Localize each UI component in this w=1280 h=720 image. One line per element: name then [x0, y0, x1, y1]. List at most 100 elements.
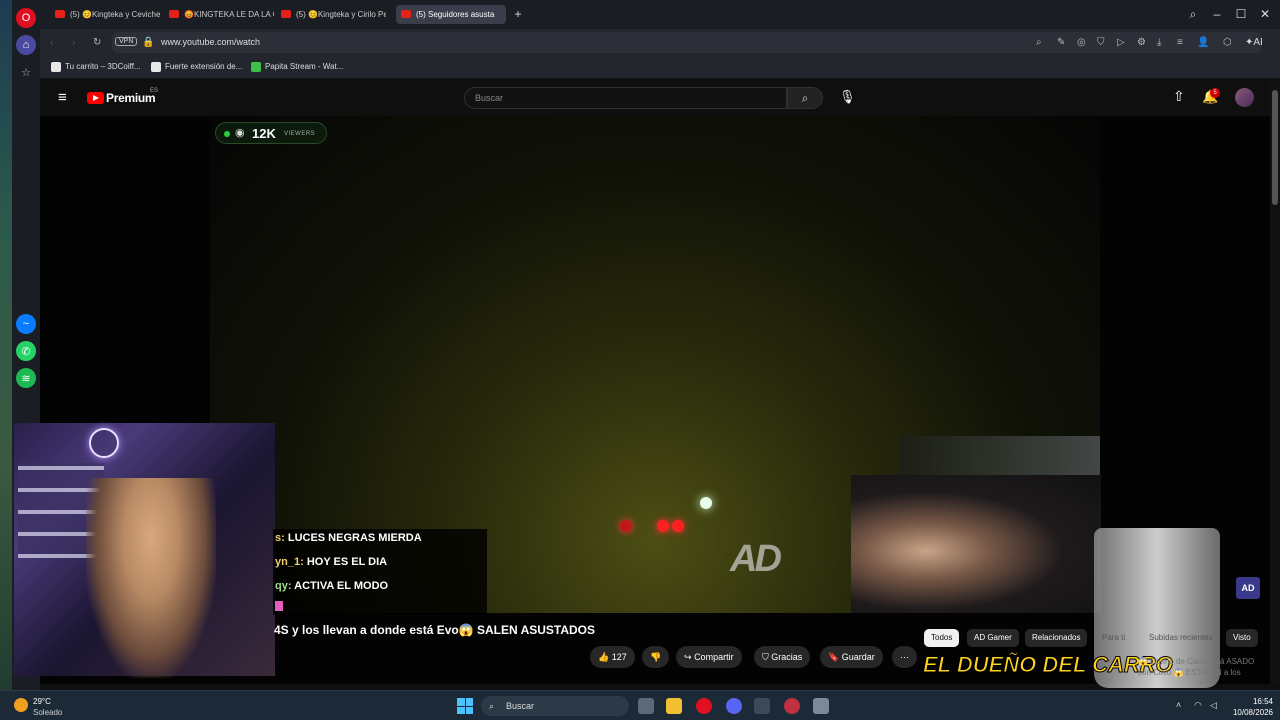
task-view-icon[interactable]	[638, 698, 654, 714]
clock-time[interactable]: 16:54	[1225, 697, 1273, 706]
extensions-icon[interactable]: ⬡	[1223, 37, 1232, 48]
search-button[interactable]: ⌕	[787, 87, 823, 109]
volume-icon[interactable]: ◁	[1210, 700, 1217, 711]
tab-3[interactable]: (5) 😊Kingteka y Cirilo Pe	[276, 5, 386, 24]
search-input[interactable]: Buscar	[464, 87, 787, 109]
notification-count-badge: 5	[1210, 88, 1220, 98]
chip-subidas-recientes[interactable]: Subidas recientes	[1142, 629, 1220, 647]
spotify-icon[interactable]: ≋	[16, 368, 36, 388]
menu-icon[interactable]: ≡	[1177, 37, 1183, 48]
hamburger-menu-icon[interactable]: ≡	[58, 89, 67, 106]
search-tabs-icon[interactable]: ⌕	[1186, 7, 1200, 22]
profile-icon[interactable]: 👤	[1197, 37, 1209, 48]
chat-text: LUCES NEGRAS MIERDA	[287, 532, 422, 544]
youtube-logo-icon[interactable]	[87, 92, 104, 104]
edit-icon[interactable]: ✎	[1057, 37, 1065, 48]
ai-button[interactable]: ✦AI	[1245, 37, 1263, 48]
forward-icon[interactable]: ›	[72, 37, 75, 48]
dislike-button[interactable]: 👎	[642, 646, 670, 668]
opera-taskbar-icon[interactable]	[696, 698, 712, 714]
play-icon[interactable]: ▷	[1117, 37, 1125, 48]
taskbar-search[interactable]: ⌕ Buscar	[481, 696, 629, 716]
weather-temperature[interactable]: 29°C	[33, 697, 51, 706]
streamer	[86, 478, 216, 678]
messenger-icon[interactable]: ~	[16, 314, 36, 334]
like-count: 127	[611, 652, 627, 662]
bookmark-3[interactable]: Papita Stream - Wat...	[251, 62, 343, 72]
maximize-icon[interactable]: ☐	[1234, 7, 1248, 21]
share-button[interactable]: ↪ Compartir	[676, 646, 742, 668]
settings-icon[interactable]: ⚙	[1137, 37, 1146, 48]
minimize-icon[interactable]: –	[1210, 7, 1224, 21]
thanks-button[interactable]: ⛉ Gracias	[754, 646, 811, 668]
youtube-premium-label[interactable]: Premium	[106, 91, 156, 105]
new-tab-button[interactable]: +	[511, 7, 525, 21]
chat-overlay: s: LUCES NEGRAS MIERDA yn_1: HOY ES EL D…	[273, 529, 487, 615]
chat-emote-icon	[275, 601, 283, 611]
bookmarks-bar: Tu carrito – 3DCoiff... Fuerte extensión…	[40, 56, 1280, 79]
chip-ad-gamer[interactable]: AD Gamer	[967, 629, 1019, 647]
taillight	[657, 520, 669, 532]
opera-logo-icon[interactable]: O	[16, 8, 36, 28]
zoom-icon[interactable]: ⌕	[1036, 37, 1042, 48]
download-icon[interactable]: ⤓	[1157, 37, 1161, 48]
app-icon[interactable]	[754, 698, 770, 714]
microphone-icon[interactable]: 🎙	[839, 89, 856, 105]
url-field[interactable]	[112, 32, 1262, 53]
file-explorer-icon[interactable]	[666, 698, 682, 714]
lock-icon[interactable]: 🔒	[142, 37, 154, 48]
save-button[interactable]: 🔖 Guardar	[820, 646, 883, 668]
tab-1[interactable]: (5) 😊Kingteka y Ceviche	[50, 5, 162, 24]
wifi-icon[interactable]: ◠	[1194, 700, 1202, 711]
chip-todos[interactable]: Todos	[924, 629, 960, 647]
video-player[interactable]: AD ◉ 12K VIEWERS s: LUCES NEGRAS MIERDA …	[14, 116, 1270, 688]
bookmark-favicon-icon	[251, 62, 261, 72]
guest-webcam	[851, 475, 1101, 613]
bookmark-1[interactable]: Tu carrito – 3DCoiff...	[51, 62, 141, 72]
more-actions-button[interactable]: ···	[892, 646, 917, 668]
bookmark-2[interactable]: Fuerte extensión de...	[151, 62, 242, 72]
clock-date[interactable]: 10/08/2026	[1225, 708, 1273, 717]
street-light	[700, 497, 712, 509]
youtube-favicon-icon	[55, 10, 65, 18]
tab-4-active[interactable]: (5) Seguidores asusta	[396, 5, 506, 24]
tab-2[interactable]: 😡KINGTEKA LE DA LA CO	[164, 5, 274, 24]
camera-icon[interactable]: ◎	[1077, 37, 1086, 48]
weather-sun-icon[interactable]	[14, 698, 28, 712]
weather-condition[interactable]: Soleado	[33, 708, 62, 717]
ad-watermark: AD	[730, 538, 782, 580]
upload-icon[interactable]: ⇧	[1173, 88, 1185, 105]
like-button[interactable]: 👍 127	[590, 646, 635, 668]
ad-channel-badge[interactable]: AD	[1236, 577, 1260, 599]
bookmark-favicon-icon	[151, 62, 161, 72]
bookmark-icon: 🔖	[828, 652, 840, 662]
reload-icon[interactable]: ↻	[93, 37, 101, 48]
scrollbar-thumb[interactable]	[1272, 90, 1278, 205]
page-scrollbar[interactable]	[1270, 80, 1280, 684]
settings-icon[interactable]	[813, 698, 829, 714]
back-icon[interactable]: ‹	[50, 37, 53, 48]
share-label: Compartir	[694, 652, 734, 662]
shield-icon[interactable]: ⛉	[1097, 37, 1105, 48]
chip-relacionados[interactable]: Relacionados	[1025, 629, 1088, 647]
app-icon[interactable]	[784, 698, 800, 714]
tray-chevron-icon[interactable]: ˄	[1176, 700, 1181, 710]
windows-start-icon[interactable]	[457, 698, 473, 714]
url-text[interactable]: www.youtube.com/watch	[161, 37, 260, 47]
star-icon[interactable]: ☆	[16, 62, 36, 82]
recommended-thumbnail-title[interactable]: EL DUEÑO DEL CARRO	[923, 652, 1174, 678]
chip-visto[interactable]: Visto	[1226, 629, 1258, 647]
whatsapp-icon[interactable]: ✆	[16, 341, 36, 361]
youtube-favicon-icon	[401, 10, 411, 18]
chat-message: s: LUCES NEGRAS MIERDA	[275, 532, 422, 544]
vpn-badge[interactable]: VPN	[115, 37, 138, 46]
youtube-header: ≡ Premium ES Buscar ⌕ 🎙 ⇧ 🔔 5	[40, 80, 1270, 116]
chip-para-ti[interactable]: Para ti	[1095, 629, 1132, 647]
close-icon[interactable]: ✕	[1258, 7, 1272, 21]
bookmark-favicon-icon	[51, 62, 61, 72]
recommended-video-title[interactable]: 😱 Dueño de Carro está ASADO con Cirilo 😱…	[1138, 656, 1268, 678]
eye-icon: ◉	[235, 127, 245, 139]
avatar[interactable]	[1235, 88, 1254, 107]
home-icon[interactable]: ⌂	[16, 35, 36, 55]
discord-icon[interactable]	[726, 698, 742, 714]
